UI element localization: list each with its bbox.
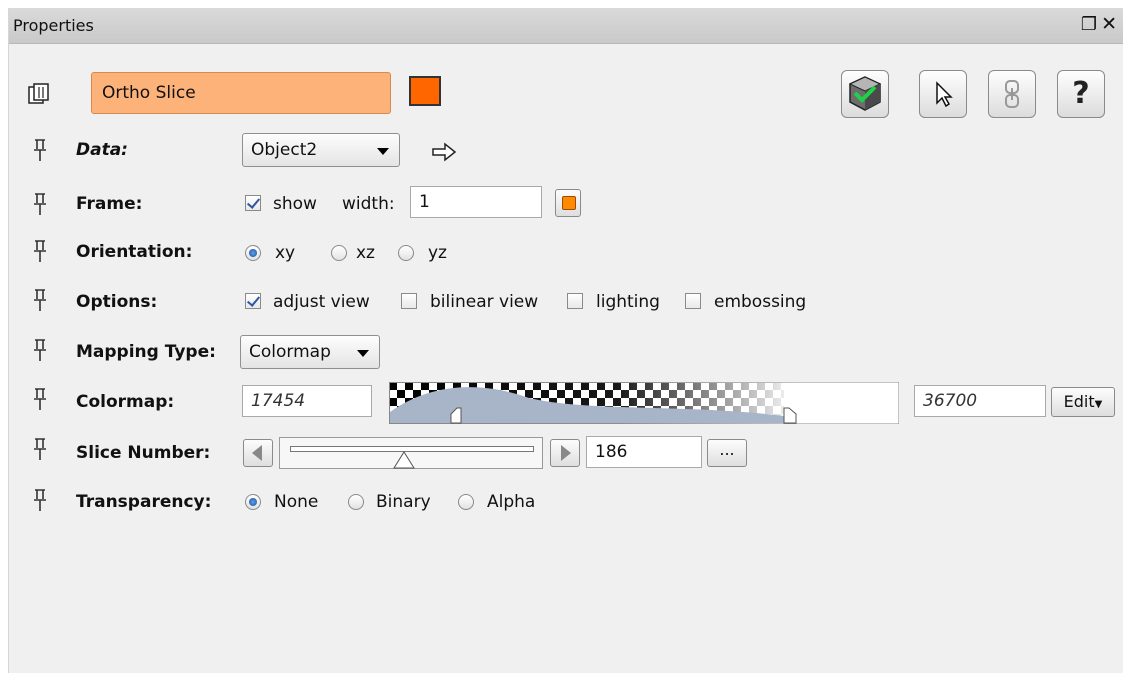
frame-show-label: show [273,194,317,214]
transparency-alpha-label: Alpha [487,492,536,512]
lighting-label: lighting [596,292,660,312]
frame-color-button[interactable] [555,189,581,217]
slice-decrement-button[interactable] [243,439,273,467]
cube-visibility-icon [848,76,882,111]
colormap-min-value: 17454 [251,391,306,411]
options-label: Options: [76,292,158,312]
pin-icon[interactable] [31,288,49,312]
pin-icon[interactable] [31,138,49,162]
orientation-xy-label: xy [275,243,296,263]
transparency-binary-label: Binary [376,492,431,512]
module-name-field[interactable]: Ortho Slice [91,72,391,114]
pin-icon[interactable] [31,338,49,362]
transparency-binary-radio[interactable] [348,494,364,510]
module-name: Ortho Slice [102,83,196,103]
pin-icon[interactable] [31,488,49,512]
frame-show-checkbox[interactable] [245,195,261,211]
chevron-down-icon: ▼ [1094,399,1103,410]
connection-button[interactable] [988,70,1036,118]
mapping-type-value: Colormap [249,342,331,362]
frame-width-label: width: [342,194,395,214]
orientation-yz-radio[interactable] [398,245,414,261]
help-button[interactable]: ? [1057,70,1105,118]
select-button[interactable] [919,70,967,118]
module-icon [28,83,49,104]
slice-number-value: 186 [595,442,628,462]
title-bar: Properties ❐ ✕ [9,8,1123,44]
right-arrow-icon [561,445,571,461]
orientation-xy-radio[interactable] [245,245,261,261]
embossing-checkbox[interactable] [685,293,701,309]
visibility-button[interactable] [841,70,889,118]
lighting-checkbox[interactable] [567,293,583,309]
right-arrow-icon[interactable] [431,142,457,162]
connection-icon [1005,80,1019,108]
chevron-down-icon [377,148,389,155]
colormap-min-input[interactable]: 17454 [242,385,372,417]
pin-icon[interactable] [31,192,49,216]
mapping-type-label: Mapping Type: [76,342,216,362]
slice-number-label: Slice Number: [76,443,211,463]
data-select[interactable]: Object2 [242,133,400,167]
embossing-label: embossing [714,292,807,312]
more-label: ... [719,440,735,459]
orientation-xz-label: xz [356,243,375,263]
orientation-label: Orientation: [76,242,193,262]
orientation-yz-label: yz [428,243,447,263]
frame-color-swatch [562,196,576,210]
transparency-alpha-radio[interactable] [458,494,474,510]
data-value: Object2 [251,140,318,160]
panel-title: Properties [13,16,94,35]
chevron-down-icon [357,350,369,357]
adjust-view-label: adjust view [273,292,370,312]
frame-width-input[interactable]: 1 [410,186,542,218]
slice-number-input[interactable]: 186 [586,436,702,468]
transparency-none-label: None [274,492,319,512]
mapping-type-select[interactable]: Colormap [240,335,380,369]
restore-window-icon[interactable]: ❐ [1081,14,1097,35]
orientation-xz-radio[interactable] [331,245,347,261]
properties-panel: Properties ❐ ✕ Ortho Slice ? Data: Objec… [8,8,1123,673]
data-label: Data: [76,140,128,160]
cursor-icon [936,81,953,108]
colormap-editor[interactable] [389,382,899,424]
module-color-swatch[interactable] [409,76,441,106]
slider-thumb[interactable] [392,451,415,469]
frame-width-value: 1 [419,192,430,212]
transparency-label: Transparency: [76,492,212,512]
transparency-none-radio[interactable] [245,494,261,510]
slice-more-button[interactable]: ... [707,439,747,467]
frame-label: Frame: [76,194,143,214]
left-arrow-icon [252,445,262,461]
pin-icon[interactable] [31,239,49,263]
help-icon: ? [1072,76,1090,111]
slice-slider[interactable] [279,437,543,469]
slice-increment-button[interactable] [550,439,580,467]
colormap-max-value: 36700 [923,391,978,411]
close-icon[interactable]: ✕ [1101,13,1117,35]
bilinear-view-label: bilinear view [430,292,539,312]
pin-icon[interactable] [31,437,49,461]
bilinear-view-checkbox[interactable] [401,293,417,309]
edit-label: Edit [1063,392,1095,411]
colormap-edit-button[interactable]: Edit▼ [1051,387,1115,417]
colormap-max-input[interactable]: 36700 [914,385,1046,417]
colormap-label: Colormap: [76,392,175,412]
pin-icon[interactable] [31,387,49,411]
adjust-view-checkbox[interactable] [245,293,261,309]
